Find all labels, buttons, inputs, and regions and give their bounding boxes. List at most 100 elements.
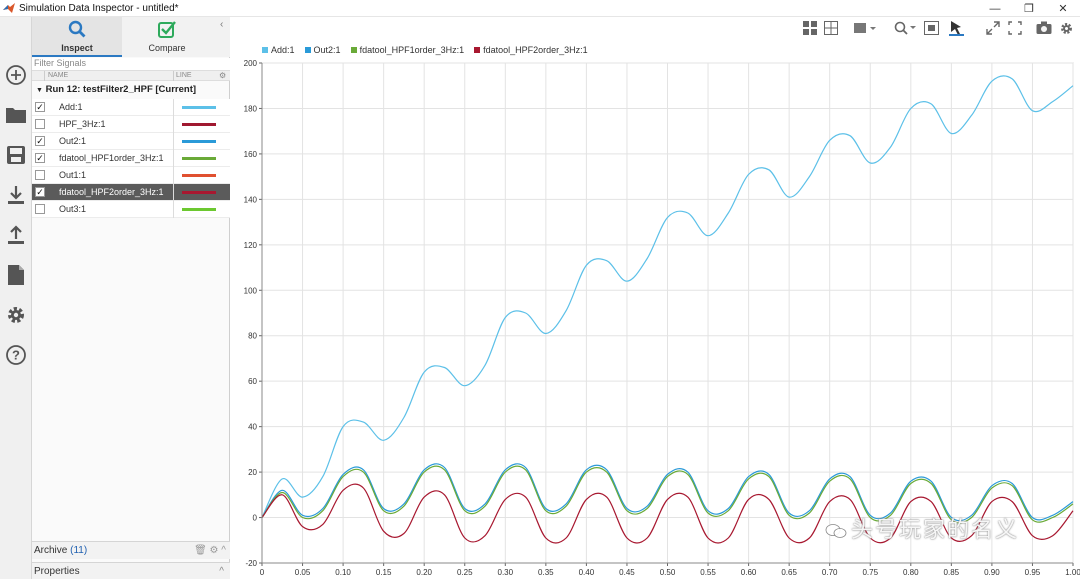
signal-row[interactable]: ✓ Add:1 bbox=[32, 99, 230, 116]
legend-entry[interactable]: fdatool_HPF2order_3Hz:1 bbox=[474, 44, 588, 56]
save-icon[interactable] bbox=[4, 143, 28, 167]
camera-icon[interactable] bbox=[1034, 18, 1054, 38]
signal-line-swatch[interactable] bbox=[182, 140, 216, 143]
fullscreen-icon[interactable] bbox=[1005, 18, 1025, 38]
collapse-panel-icon[interactable]: ‹ bbox=[220, 19, 223, 30]
legend-label: fdatool_HPF2order_3Hz:1 bbox=[483, 45, 588, 55]
matlab-logo-icon bbox=[3, 3, 15, 13]
x-tick-label: 0.95 bbox=[1025, 568, 1041, 577]
signal-checkbox[interactable] bbox=[35, 170, 45, 180]
left-icon-bar: ? bbox=[0, 17, 32, 579]
signal-line-swatch[interactable] bbox=[182, 106, 216, 109]
legend-marker bbox=[350, 47, 357, 53]
tab-compare[interactable]: Compare bbox=[122, 17, 212, 57]
signal-row[interactable]: ✓ Out2:1 bbox=[32, 133, 230, 150]
trash-icon[interactable]: 🗑 bbox=[194, 545, 207, 556]
archive-section[interactable]: Archive (11) 🗑 ⚙ ^ bbox=[32, 541, 230, 559]
y-tick-label: 200 bbox=[244, 59, 258, 68]
pointer-select-icon[interactable] bbox=[946, 18, 966, 38]
signal-checkbox[interactable]: ✓ bbox=[35, 187, 45, 197]
column-settings-gear-icon[interactable]: ⚙ bbox=[219, 71, 226, 80]
y-tick-label: 40 bbox=[248, 423, 257, 432]
signal-line-swatch[interactable] bbox=[182, 208, 216, 211]
import-icon[interactable] bbox=[4, 183, 28, 207]
new-icon[interactable] bbox=[4, 63, 28, 87]
help-icon[interactable]: ? bbox=[4, 343, 28, 367]
watermark-text: 头号玩家的名义 bbox=[851, 517, 1020, 542]
x-tick-label: 0.05 bbox=[295, 568, 311, 577]
signal-line-swatch[interactable] bbox=[182, 174, 216, 177]
signal-checkbox[interactable]: ✓ bbox=[35, 102, 45, 112]
series-line-1[interactable] bbox=[261, 75, 1074, 518]
close-button[interactable]: ✕ bbox=[1046, 0, 1080, 17]
legend-marker bbox=[262, 47, 268, 53]
signal-checkbox[interactable]: ✓ bbox=[35, 153, 45, 163]
plot-settings-gear-icon[interactable] bbox=[1056, 18, 1076, 38]
properties-chevron-up-icon[interactable]: ^ bbox=[219, 563, 224, 579]
signal-checkbox[interactable]: ✓ bbox=[35, 136, 45, 146]
column-line[interactable]: LINE bbox=[176, 72, 192, 79]
signal-name: Out3:1 bbox=[59, 204, 87, 214]
signal-row[interactable]: HPF_3Hz:1 bbox=[32, 116, 230, 133]
compare-check-icon bbox=[158, 21, 176, 38]
signal-row[interactable]: Out1:1 bbox=[32, 167, 230, 184]
subplot-layout-icon[interactable] bbox=[821, 18, 841, 38]
signal-checkbox[interactable] bbox=[35, 204, 45, 214]
legend-entry[interactable]: fdatool_HPF1order_3Hz:1 bbox=[350, 44, 465, 56]
expand-triangle-icon[interactable]: ▼ bbox=[36, 87, 43, 94]
expand-icon[interactable] bbox=[983, 18, 1003, 38]
svg-text:?: ? bbox=[12, 348, 20, 363]
signal-row[interactable]: Out3:1 bbox=[32, 201, 230, 218]
export-icon[interactable] bbox=[4, 223, 28, 247]
signal-checkbox[interactable] bbox=[35, 119, 45, 129]
gear-icon[interactable] bbox=[4, 303, 28, 327]
minimize-button[interactable]: — bbox=[978, 0, 1012, 17]
signal-line-swatch[interactable] bbox=[182, 191, 216, 194]
y-tick-label: 60 bbox=[248, 377, 257, 386]
filter-signals-input[interactable]: Filter Signals bbox=[32, 58, 230, 70]
legend-label: Add:1 bbox=[271, 45, 295, 55]
cursor-dropdown-icon[interactable] bbox=[851, 18, 879, 38]
tab-compare-label: Compare bbox=[148, 43, 186, 53]
x-tick-label: 0.75 bbox=[862, 568, 878, 577]
legend-entry[interactable]: Out2:1 bbox=[304, 44, 341, 56]
fit-to-view-icon[interactable] bbox=[921, 18, 941, 38]
signal-name: fdatool_HPF1order_3Hz:1 bbox=[59, 153, 164, 163]
report-icon[interactable] bbox=[4, 263, 28, 287]
y-tick-label: 120 bbox=[244, 241, 258, 250]
mode-tabs: Inspect Compare ‹ bbox=[32, 17, 230, 57]
window-title: Simulation Data Inspector - untitled* bbox=[19, 2, 179, 14]
archive-settings-gear-icon[interactable]: ⚙ bbox=[210, 545, 219, 556]
column-name[interactable]: NAME bbox=[48, 72, 68, 79]
legend-marker bbox=[474, 47, 481, 53]
signal-row[interactable]: ✓ fdatool_HPF1order_3Hz:1 bbox=[32, 150, 230, 167]
restore-button[interactable]: ❐ bbox=[1012, 0, 1046, 17]
window-controls: — ❐ ✕ bbox=[978, 0, 1080, 17]
x-tick-label: 0 bbox=[260, 568, 265, 577]
signal-name: Add:1 bbox=[59, 102, 83, 112]
x-tick-label: 0.20 bbox=[416, 568, 432, 577]
zoom-in-icon[interactable] bbox=[893, 18, 917, 38]
x-tick-label: 0.60 bbox=[741, 568, 757, 577]
open-folder-icon[interactable] bbox=[4, 103, 28, 127]
y-tick-label: 160 bbox=[244, 150, 258, 159]
archive-label: Archive bbox=[34, 545, 68, 556]
layout-grid-icon[interactable] bbox=[800, 18, 820, 38]
x-tick-label: 0.85 bbox=[944, 568, 960, 577]
y-tick-label: 180 bbox=[244, 104, 258, 113]
title-bar: Simulation Data Inspector - untitled* — … bbox=[0, 0, 1080, 17]
x-tick-label: 0.50 bbox=[660, 568, 676, 577]
run-group-row[interactable]: ▼ Run 12: testFilter2_HPF [Current] bbox=[32, 82, 230, 98]
legend-entry[interactable]: Add:1 bbox=[262, 44, 295, 56]
x-tick-label: 0.70 bbox=[822, 568, 838, 577]
signal-panel: Inspect Compare ‹ Filter Signals NAME LI… bbox=[32, 17, 230, 579]
signal-line-swatch[interactable] bbox=[182, 123, 216, 126]
chevron-up-icon[interactable]: ^ bbox=[221, 545, 226, 556]
y-tick-label: 80 bbox=[248, 332, 257, 341]
legend-label: fdatool_HPF1order_3Hz:1 bbox=[359, 45, 465, 55]
signal-line-swatch[interactable] bbox=[182, 157, 216, 160]
signal-row[interactable]: ✓ fdatool_HPF2order_3Hz:1 bbox=[32, 184, 230, 201]
tab-inspect[interactable]: Inspect bbox=[32, 17, 122, 57]
properties-section[interactable]: Properties ^ bbox=[32, 562, 230, 579]
search-icon bbox=[68, 20, 86, 38]
